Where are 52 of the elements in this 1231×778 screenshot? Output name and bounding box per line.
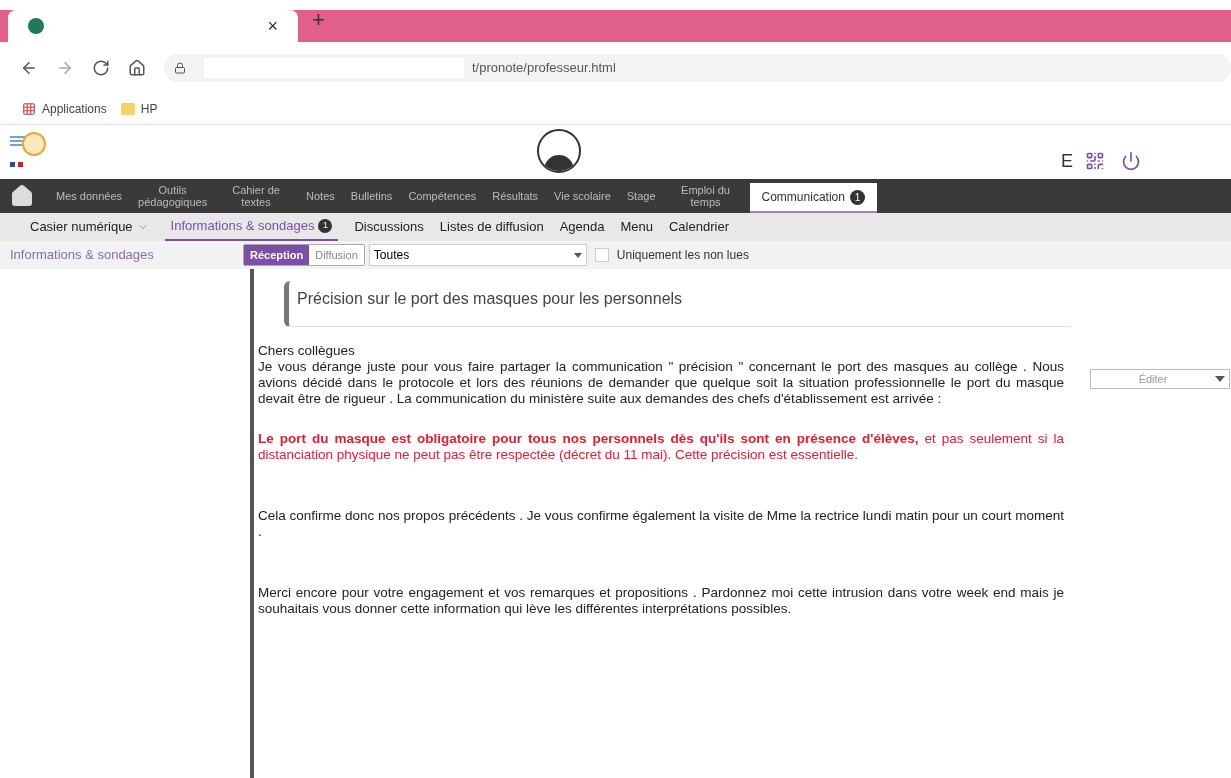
close-tab-button[interactable]: × [267,12,278,40]
message-paragraph: Cela confirme donc nos propos précédents . Je vous confirme également la visite de Mme la rectrice lundi matin pour un court moment . [258,508,1064,540]
section-title: Informations & sondages [9,246,155,265]
count-badge: 1 [849,189,865,205]
browser-tab[interactable]: × [8,10,298,42]
sub-nav-tab[interactable]: Casier numérique [30,213,149,241]
message-title: Précision sur le port des masques pour les personnels [297,290,683,307]
qr-code-icon[interactable] [1085,151,1105,171]
sub-nav-tab[interactable]: Calendrier [669,213,729,241]
mode-tab[interactable]: Diffusion [309,245,364,265]
back-icon[interactable] [20,59,38,77]
nav-tab[interactable]: Communication 1 [749,183,877,213]
filter-select[interactable]: Toutes [368,244,587,266]
mode-tab[interactable]: Réception [244,245,310,265]
nav-tab[interactable]: Cahier de textes [214,179,299,213]
dropdown-arrow-icon [573,252,582,258]
nav-tab[interactable]: Vie scolaire [546,179,619,213]
sub-nav-tab[interactable]: Listes de diffusion [439,213,544,241]
url-text: t/pronote/professeur.html [472,59,616,78]
nav-tab[interactable]: Stage [618,179,664,213]
home-icon[interactable] [128,59,146,77]
new-tab-button[interactable]: + [312,3,325,36]
nav-tab[interactable]: Emploi du temps [663,179,748,213]
nav-tab[interactable]: Résultats [484,179,547,213]
avatar-icon [537,129,581,173]
nav-tab[interactable]: Compétences [400,179,485,213]
sub-nav-tab[interactable]: Discussions [354,213,424,241]
user-name-text: E [1061,149,1073,173]
nav-tab[interactable]: Mes données [48,179,131,213]
message-paragraph: Le port du masque est obligatoire pour tous nos personnels dès qu'ils sont en présence d'élèves, et pas seulement si la distanciation physique ne peut pas être respectée (décret du 11 mai). Cette précision est essentielle. [258,431,1064,463]
logout-icon[interactable] [1121,151,1141,171]
lock-icon [174,62,186,74]
count-badge: 1 [318,219,333,233]
checkbox[interactable] [594,248,609,262]
message-paragraph: Chers collègues [258,343,356,359]
site-favicon-icon [28,18,44,34]
sub-nav-tab[interactable]: Menu [620,213,653,241]
sub-nav-tab[interactable]: Agenda [559,213,605,241]
folder-icon [120,103,135,115]
reload-icon[interactable] [92,59,110,77]
nav-tab[interactable]: Notes [298,179,343,213]
message-paragraph: Merci encore pour votre engagement et vos remarques et propositions . Pardonnez moi cette intrusion dans votre week end mais je souhaitais vous donner cette information qui lève les différentes interprétations possibles. [258,585,1064,617]
address-bar[interactable]: t/pronote/professeur.html [164,54,1231,82]
apps-grid-icon [22,102,36,116]
checkbox-label: Uniquement les non lues [616,247,749,264]
nav-tab[interactable]: Bulletins [342,179,401,213]
bookmark[interactable]: HP [120,100,158,118]
home-icon[interactable] [10,184,34,208]
bookmark[interactable]: Applications [22,100,107,118]
nav-tab[interactable]: Outils pédagogiques [130,179,215,213]
message-paragraph: Je vous dérange juste pour vous faire partager la communication " précision " concernant le port des masques au collège . Nous avions décidé dans le protocole et lors des réunions de demander que quelque soit la situation professionnelle le port du masque devait être de rigueur . La communication du ministère suite aux demandes des chefs d'établissement est arrivée : [258,359,1064,407]
dropdown-arrow-icon [1215,376,1225,382]
